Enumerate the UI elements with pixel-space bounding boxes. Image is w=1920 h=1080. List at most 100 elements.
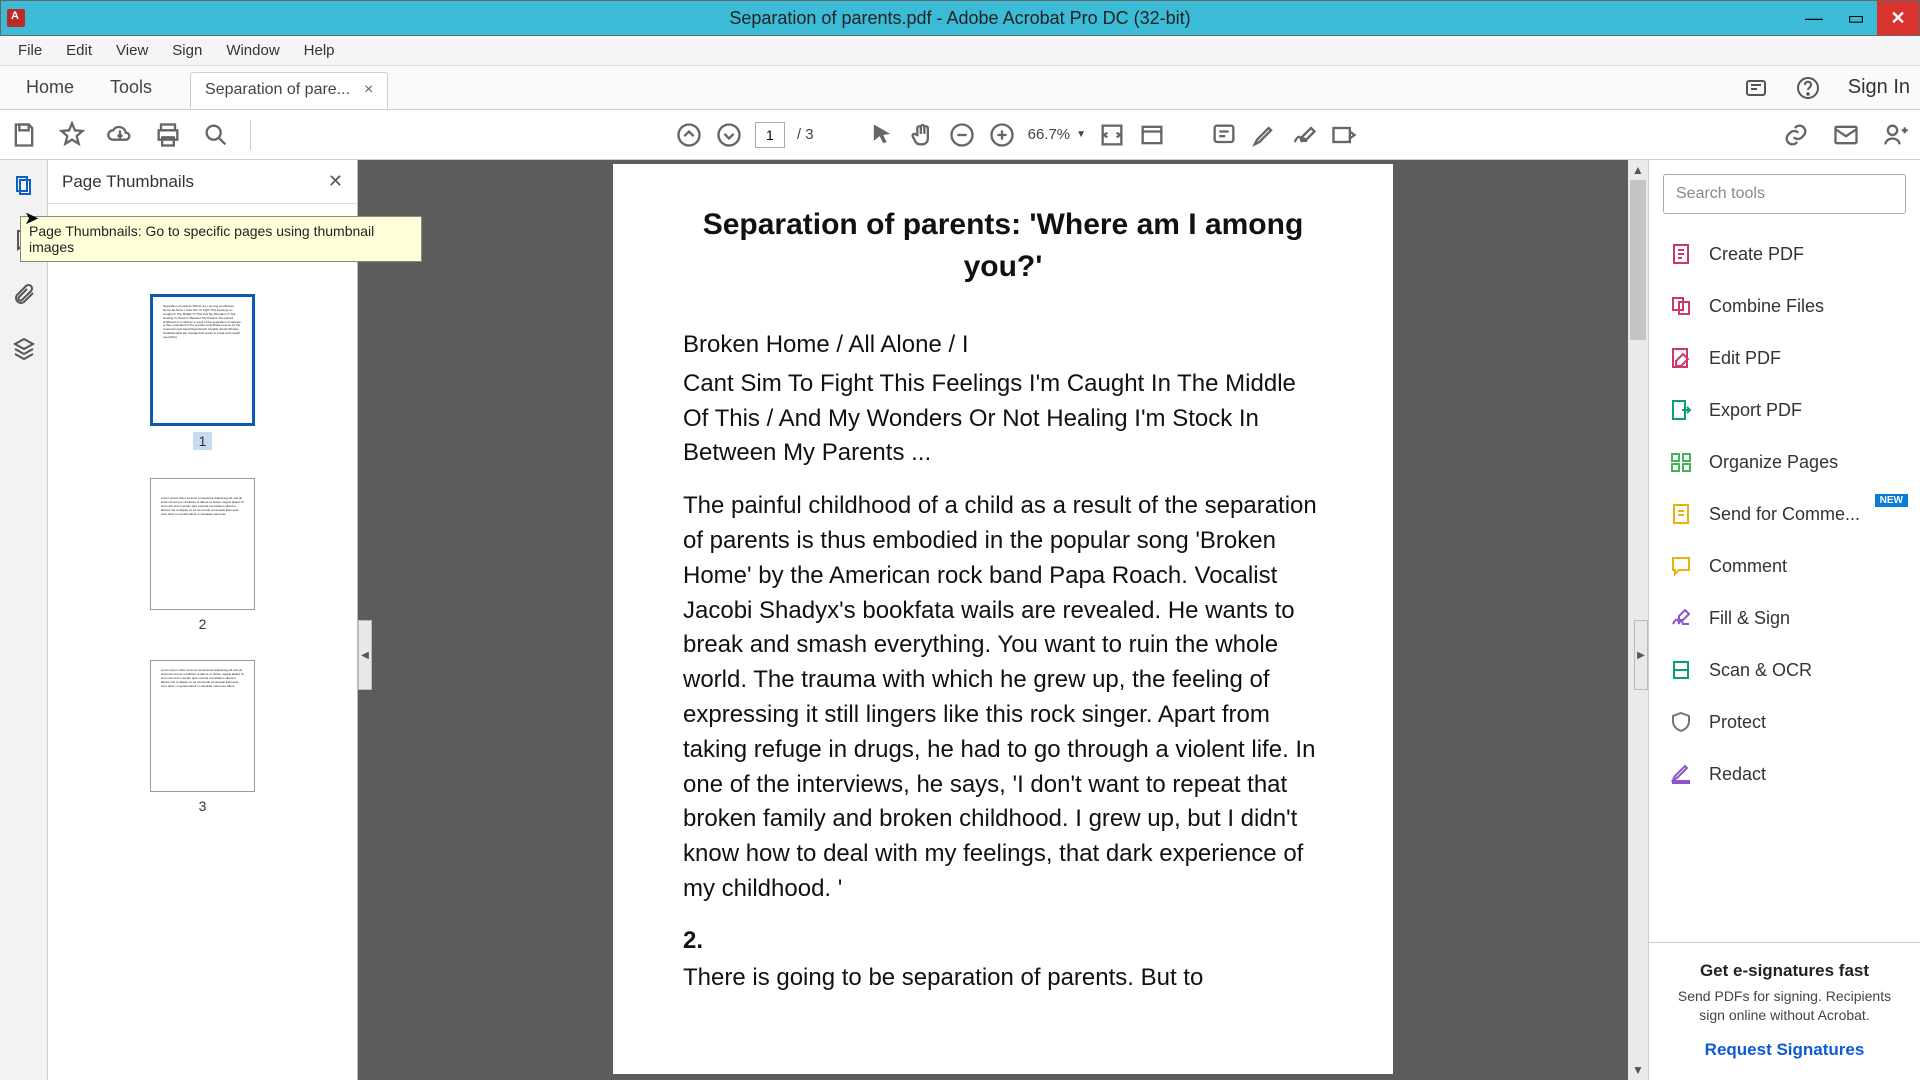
minimize-button[interactable]: — [1793,1,1835,35]
thumbnails-nav-icon[interactable] [12,174,36,198]
menu-view[interactable]: View [106,38,158,63]
page-total: / 3 [797,126,814,143]
zoom-value: 66.7% [1028,126,1071,143]
fit-page-icon[interactable] [1138,121,1166,149]
window-title: Separation of parents.pdf - Adobe Acroba… [729,8,1190,29]
cloud-icon[interactable] [106,121,134,149]
thumbnails-panel: Page Thumbnails ✕ Page Thumbnails: Go to… [48,160,358,1080]
tool-icon [1669,710,1693,734]
scroll-down-icon[interactable]: ▼ [1628,1060,1648,1080]
thumbnail-page-3[interactable]: Lorem ipsum dolor sit amet consectetur a… [150,660,255,814]
thumbnails-title: Page Thumbnails [62,172,194,192]
scroll-up-icon[interactable]: ▲ [1628,160,1648,180]
tool-label: Combine Files [1709,296,1824,317]
page-down-icon[interactable] [715,121,743,149]
zoom-out-icon[interactable] [948,121,976,149]
document-paragraph: There is going to be separation of paren… [683,961,1323,996]
tool-label: Export PDF [1709,400,1802,421]
thumbnail-number: 1 [193,432,213,450]
promo-link[interactable]: Request Signatures [1665,1040,1904,1060]
thumbnails-header: Page Thumbnails ✕ [48,160,357,204]
tab-home[interactable]: Home [8,69,92,106]
tool-label: Create PDF [1709,244,1804,265]
thumbnail-number: 3 [199,798,207,814]
scroll-thumb[interactable] [1630,180,1646,340]
tabs-bar: Home Tools Separation of pare... × Sign … [0,66,1920,110]
thumbnail-preview: Lorem ipsum dolor sit amet consectetur a… [150,660,255,792]
thumbnails-list: Separation of parents Where am I among y… [48,204,357,834]
document-view[interactable]: Separation of parents: 'Where am I among… [358,160,1648,1080]
star-icon[interactable] [58,121,86,149]
tools-panel: Search tools Create PDF Combine Files Edit… [1648,160,1920,1080]
menu-file[interactable]: File [8,38,52,63]
document-paragraph: Broken Home / All Alone / I [683,328,1323,363]
page-number-input[interactable] [755,122,785,148]
menu-window[interactable]: Window [216,38,289,63]
tool-edit-pdf[interactable]: Edit PDF [1649,332,1920,384]
tool-scan-ocr[interactable]: Scan & OCR [1649,644,1920,696]
sign-tool-icon[interactable] [1290,121,1318,149]
menu-bar: File Edit View Sign Window Help [0,36,1920,66]
link-icon[interactable] [1782,121,1810,149]
tab-document-label: Separation of pare... [205,81,350,99]
email-icon[interactable] [1832,121,1860,149]
toolbar: / 3 66.7% ▼ [0,110,1920,160]
tool-create-pdf[interactable]: Create PDF [1649,228,1920,280]
search-icon[interactable] [202,121,230,149]
thumbnails-close-icon[interactable]: ✕ [328,171,343,192]
tool-fill-sign[interactable]: Fill & Sign [1649,592,1920,644]
thumbnail-page-1[interactable]: Separation of parents Where am I among y… [150,294,255,450]
separator [250,120,251,150]
tool-label: Fill & Sign [1709,608,1790,629]
close-button[interactable]: ✕ [1877,1,1919,35]
app-icon [7,9,25,27]
tool-icon [1669,242,1693,266]
more-tools-icon[interactable] [1330,121,1358,149]
notifications-icon[interactable] [1744,76,1768,100]
document-paragraph: The painful childhood of a child as a re… [683,489,1323,907]
tool-icon [1669,762,1693,786]
document-title: Separation of parents: 'Where am I among… [683,204,1323,288]
document-section-number: 2. [683,927,1323,955]
zoom-in-icon[interactable] [988,121,1016,149]
thumbnail-page-2[interactable]: Lorem ipsum dolor sit amet consectetur a… [150,478,255,632]
tab-tools[interactable]: Tools [92,69,170,106]
tab-document-close-icon[interactable]: × [364,81,373,99]
layers-nav-icon[interactable] [12,336,36,360]
tool-export-pdf[interactable]: Export PDF [1649,384,1920,436]
help-icon[interactable] [1796,76,1820,100]
zoom-dropdown[interactable]: 66.7% ▼ [1028,126,1086,143]
tool-protect[interactable]: Protect [1649,696,1920,748]
menu-help[interactable]: Help [294,38,345,63]
tool-send-for-comme-[interactable]: Send for Comme...NEW [1649,488,1920,540]
new-badge: NEW [1875,494,1908,507]
attachments-nav-icon[interactable] [12,282,36,306]
menu-edit[interactable]: Edit [56,38,102,63]
maximize-button[interactable]: ▭ [1835,1,1877,35]
tool-comment[interactable]: Comment [1649,540,1920,592]
tools-list: Create PDF Combine Files Edit PDF Export PD… [1649,228,1920,942]
tool-redact[interactable]: Redact [1649,748,1920,800]
tool-organize-pages[interactable]: Organize Pages [1649,436,1920,488]
selection-tool-icon[interactable] [868,121,896,149]
fit-width-icon[interactable] [1098,121,1126,149]
search-tools-input[interactable]: Search tools [1663,174,1906,214]
print-icon[interactable] [154,121,182,149]
tab-document[interactable]: Separation of pare... × [190,72,388,109]
page-up-icon[interactable] [675,121,703,149]
tool-combine-files[interactable]: Combine Files [1649,280,1920,332]
sticky-note-icon[interactable] [1210,121,1238,149]
save-icon[interactable] [10,121,38,149]
menu-sign[interactable]: Sign [162,38,212,63]
sign-in-link[interactable]: Sign In [1848,76,1910,99]
tool-icon [1669,398,1693,422]
hand-tool-icon[interactable] [908,121,936,149]
collapse-right-handle[interactable]: ▶ [1634,620,1648,690]
tool-label: Comment [1709,556,1787,577]
thumbnail-preview: Separation of parents Where am I among y… [150,294,255,426]
share-icon[interactable] [1882,121,1910,149]
collapse-left-handle[interactable]: ◀ [358,620,372,690]
tool-icon [1669,554,1693,578]
highlight-icon[interactable] [1250,121,1278,149]
nav-strip [0,160,48,1080]
